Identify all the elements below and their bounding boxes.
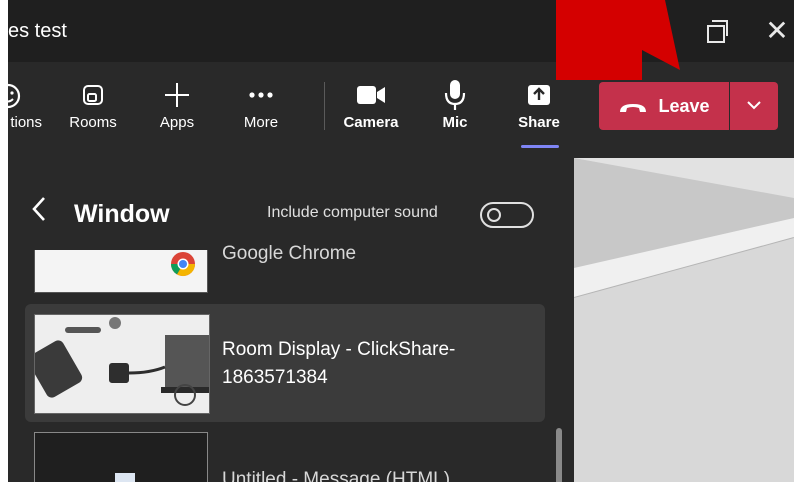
window-item-chrome[interactable]: Google Chrome [25, 243, 545, 298]
rooms-label: Rooms [69, 114, 117, 131]
camera-button[interactable]: Camera [331, 76, 411, 146]
leave-label: Leave [658, 95, 710, 116]
chevron-down-icon [746, 97, 762, 115]
chevron-left-icon[interactable] [30, 196, 48, 229]
share-label: Share [518, 114, 560, 131]
more-dots-icon [221, 76, 301, 114]
share-screen-icon [499, 76, 579, 114]
reactions-button[interactable]: tions [8, 76, 48, 146]
leave-button[interactable]: Leave [599, 82, 729, 130]
close-icon[interactable]: ✕ [762, 14, 792, 48]
panel-scrollbar[interactable] [556, 428, 562, 482]
include-sound-toggle[interactable] [480, 202, 534, 228]
share-window-panel: Window Include computer sound Google Chr… [8, 158, 574, 482]
window-thumbnail [34, 314, 210, 414]
toggle-knob [487, 208, 501, 222]
toolbar-divider [324, 82, 325, 130]
window-item-label: Google Chrome [222, 243, 357, 264]
window-thumbnail [34, 250, 208, 293]
mic-button[interactable]: Mic [415, 76, 495, 146]
include-sound-label: Include computer sound [267, 204, 438, 221]
plus-icon [137, 76, 217, 114]
camera-label: Camera [343, 114, 399, 131]
share-button[interactable]: Share [499, 76, 579, 146]
video-feed [574, 158, 794, 482]
window-item-untitled-message[interactable]: Untitled - Message (HTML) [25, 432, 545, 482]
rooms-icon [53, 76, 133, 114]
window-item-room-display[interactable]: Room Display - ClickShare-1863571384 [25, 304, 545, 422]
window-title: es test [8, 20, 67, 42]
window-item-label: Room Display - ClickShare-1863571384 [222, 339, 456, 388]
apps-button[interactable]: Apps [137, 76, 217, 146]
window-item-label: Untitled - Message (HTML) [222, 469, 451, 482]
more-button[interactable]: More [221, 76, 301, 146]
microphone-icon [415, 76, 495, 114]
share-selected-indicator [521, 145, 559, 148]
camera-icon [331, 76, 411, 114]
mic-label: Mic [442, 114, 468, 131]
rooms-button[interactable]: Rooms [53, 76, 133, 146]
hang-up-phone-icon [618, 99, 648, 113]
red-arrow-annotation [550, 0, 680, 80]
chrome-icon [171, 252, 196, 277]
restore-icon[interactable] [700, 14, 730, 48]
reactions-label: tions [10, 114, 42, 131]
apps-label: Apps [159, 114, 195, 131]
window-thumbnail [34, 432, 208, 482]
smiley-icon [8, 76, 48, 114]
more-label: More [243, 114, 279, 131]
leave-options-button[interactable] [730, 82, 778, 130]
panel-title: Window [74, 200, 170, 228]
